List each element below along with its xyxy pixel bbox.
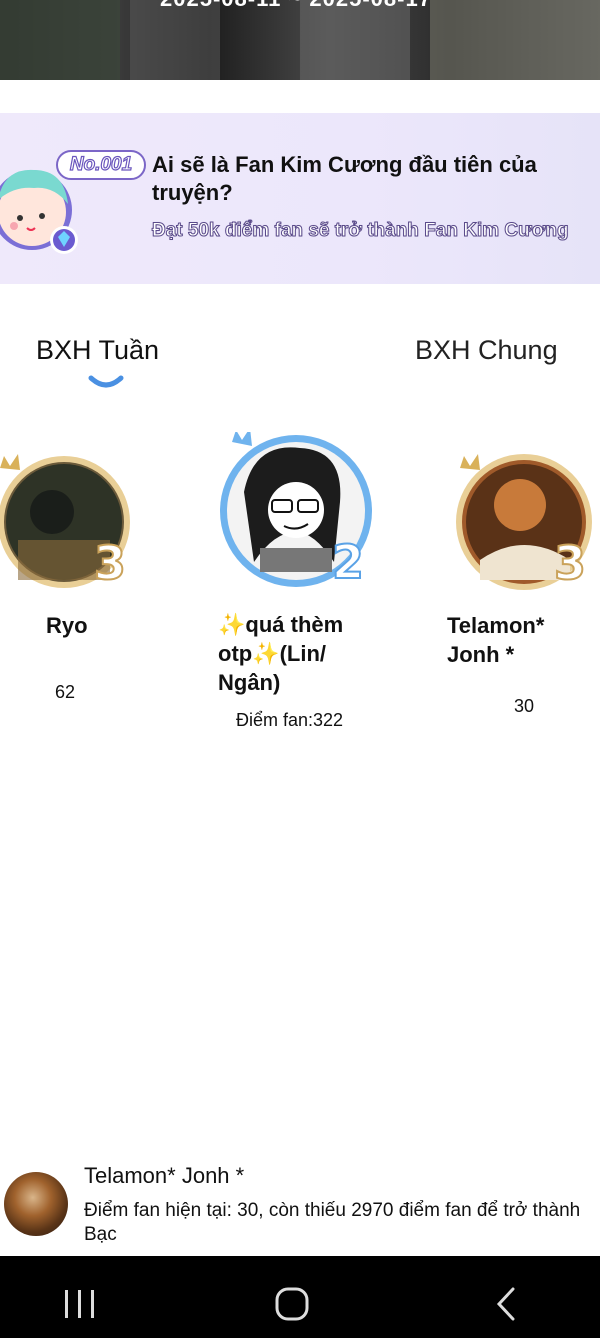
promo-title: Ai sẽ là Fan Kim Cương đầu tiên của truy… [152,152,537,205]
podium-center-score: Điểm fan:322 [236,710,344,730]
system-navigation-bar [0,1256,600,1338]
podium-center-avatar[interactable]: 2 [214,428,384,602]
rank-badge: 2 [331,534,365,590]
tab-weekly-ranking[interactable]: BXH Tuần [36,335,159,366]
podium-right-avatar[interactable]: 3 [450,450,600,600]
top-banner-image: 2025-08-11 ~ 2025-08-17 [0,0,600,80]
current-user-fan-status: Điểm fan hiện tại: 30, còn thiếu 2970 đi… [84,1200,581,1245]
home-button[interactable] [241,1256,341,1338]
recent-apps-icon [65,1290,94,1318]
podium-left-name[interactable]: Ryo [46,611,88,640]
back-button[interactable] [455,1256,555,1338]
tab-general-ranking[interactable]: BXH Chung [415,335,558,366]
podium-center-name[interactable]: ✨quá thèm otp✨(Lin/ Ngân) [218,610,388,697]
podium-right-score: 30 [514,696,535,716]
current-user-name: Telamon* Jonh * [84,1163,245,1188]
rank-badge: 3 [553,535,587,591]
rank-badge: 3 [93,535,127,591]
back-icon [496,1287,515,1321]
active-tab-indicator [88,375,124,388]
date-range: 2025-08-11 ~ 2025-08-17 [160,0,432,12]
home-icon [275,1287,309,1321]
podium-left-avatar[interactable]: 3 [0,450,140,600]
promo-subtitle: Đạt 50k điểm fan sẽ trở thành Fan Kim Cư… [152,220,570,242]
rank-number-badge: No.001 [56,150,146,180]
podium-left-score: 62 [55,682,76,702]
podium-right-name[interactable]: Telamon* Jonh * [447,611,587,669]
avatar[interactable] [4,1172,68,1236]
diamond-fan-promo[interactable]: No.001 Ai sẽ là Fan Kim Cương đầu tiên c… [0,113,600,284]
recent-apps-button[interactable] [30,1256,130,1338]
